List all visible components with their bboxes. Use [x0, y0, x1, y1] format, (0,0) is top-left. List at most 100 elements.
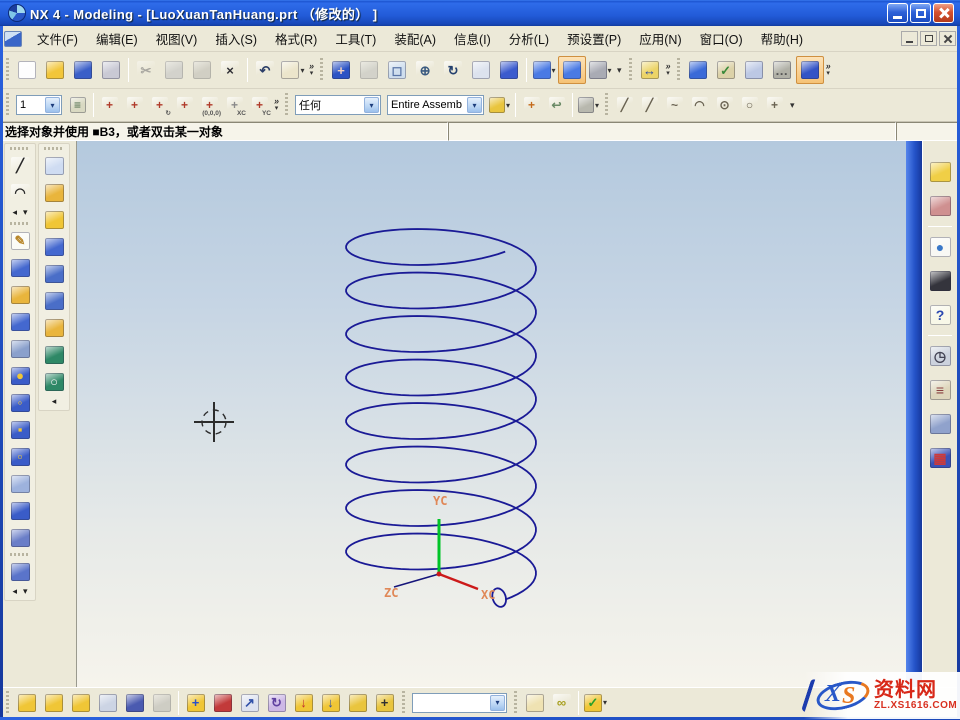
child-restore-button[interactable] [920, 31, 937, 46]
drafting-icon[interactable] [740, 56, 768, 84]
toolbar-grip[interactable] [10, 147, 30, 150]
wcs-xc-icon[interactable]: +XC [222, 93, 247, 118]
cut-icon[interactable]: ✂ [132, 56, 160, 84]
wcs-triad[interactable]: YC ZC XC [384, 494, 495, 602]
emboss-icon[interactable] [6, 470, 34, 497]
wcs-rotate-icon[interactable]: +↻ [147, 93, 172, 118]
view-history-icon[interactable]: ▾ [279, 56, 307, 84]
snap-arc-icon[interactable]: ◠ [687, 93, 712, 118]
find-component-icon[interactable] [13, 690, 40, 716]
toolbar-collapse-arrow[interactable]: ◂ [52, 395, 57, 409]
toolbar-grip[interactable] [44, 147, 64, 150]
arc-icon[interactable]: ◠ [6, 179, 34, 206]
add-component-icon[interactable]: + [182, 690, 209, 716]
zoom-in-icon[interactable]: ⊕ [411, 56, 439, 84]
menu-item-2[interactable]: 视图(V) [147, 26, 207, 51]
menu-item-0[interactable]: 文件(F) [28, 26, 87, 51]
menu-item-7[interactable]: 信息(I) [445, 26, 500, 51]
selection-scope-combo-arrow[interactable]: ▾ [467, 97, 482, 113]
perspective-icon[interactable] [495, 56, 523, 84]
reposition-component-icon[interactable]: ↓ [317, 690, 344, 716]
internet-icon[interactable]: ● [925, 232, 955, 262]
toolbar-grip[interactable] [285, 93, 288, 117]
snap-line-point-icon[interactable]: ╱ [637, 93, 662, 118]
subtract-icon[interactable] [40, 287, 68, 314]
mirror-assembly-icon[interactable] [209, 690, 236, 716]
wcs-yc-icon[interactable]: +YC [247, 93, 272, 118]
snapshot-icon[interactable] [121, 690, 148, 716]
history-icon[interactable]: ◷ [925, 341, 955, 371]
tutorials-icon[interactable] [925, 266, 955, 296]
general-selection-icon[interactable]: ▾ [487, 93, 512, 118]
component-preview-icon[interactable] [148, 690, 175, 716]
toolbar-overflow[interactable]: »▾ [824, 62, 833, 78]
toolbar-grip[interactable] [514, 691, 517, 715]
toolbar-grip[interactable] [320, 58, 323, 82]
snap-point-plus-icon[interactable]: + [762, 93, 787, 118]
cavity-icon[interactable] [6, 497, 34, 524]
delete-icon[interactable]: × [216, 56, 244, 84]
component-structure-icon[interactable] [94, 690, 121, 716]
toolbar-grip[interactable] [6, 691, 9, 715]
snap-point-icon[interactable]: + [519, 93, 544, 118]
cylinder-icon[interactable] [40, 233, 68, 260]
boolean-unite-icon[interactable] [40, 341, 68, 368]
open-file-icon[interactable] [41, 56, 69, 84]
menu-item-10[interactable]: 应用(N) [630, 26, 690, 51]
close-button[interactable] [933, 3, 954, 23]
child-minimize-button[interactable] [901, 31, 918, 46]
selection-filter-combo-arrow[interactable]: ▾ [364, 97, 379, 113]
dropdown-arrow[interactable]: ▾ [614, 65, 625, 76]
line-icon[interactable]: ╱ [6, 152, 34, 179]
child-window-icon[interactable] [4, 31, 22, 47]
verify-icon[interactable]: ✓ [712, 56, 740, 84]
extrude-icon[interactable] [6, 254, 34, 281]
open-component-icon[interactable] [40, 690, 67, 716]
revolve-icon[interactable] [6, 281, 34, 308]
datum-axis-icon[interactable] [40, 179, 68, 206]
menu-item-1[interactable]: 编辑(E) [87, 26, 147, 51]
display-mode-icon[interactable]: ▾ [586, 56, 614, 84]
block-icon[interactable] [40, 206, 68, 233]
menu-item-5[interactable]: 工具(T) [326, 26, 385, 51]
application-modeling-icon[interactable] [796, 56, 824, 84]
interpart-link-icon[interactable]: ∞ [548, 690, 575, 716]
maximize-button[interactable] [910, 3, 931, 23]
menu-item-9[interactable]: 预设置(P) [558, 26, 630, 51]
toolbar-grip[interactable] [6, 58, 9, 82]
layer-combo-arrow[interactable]: ▾ [45, 97, 60, 113]
edit-mating-icon[interactable]: + [371, 690, 398, 716]
boolean-subtract-icon[interactable]: ○ [40, 368, 68, 395]
part-navigator-icon[interactable] [925, 191, 955, 221]
paste-icon[interactable] [188, 56, 216, 84]
toolbar-grip[interactable] [10, 222, 30, 225]
groove-icon[interactable] [6, 524, 34, 551]
menu-item-11[interactable]: 窗口(O) [691, 26, 752, 51]
boss-icon[interactable]: ◦ [6, 389, 34, 416]
snap-circle-icon[interactable]: ○ [737, 93, 762, 118]
graphics-viewport[interactable]: YC ZC XC [76, 141, 906, 687]
intersect-icon[interactable] [40, 314, 68, 341]
wave-geometry-icon[interactable]: ✓▾ [582, 690, 609, 716]
snap-circle-center-icon[interactable]: ⊙ [712, 93, 737, 118]
measure-icon[interactable]: ↔ [636, 56, 664, 84]
selection-scope-combo[interactable]: Entire Assemb▾ [387, 95, 484, 115]
layer-settings-icon[interactable]: ≡ [65, 93, 90, 118]
dropdown-arrow[interactable]: ▾ [787, 100, 798, 111]
menu-item-6[interactable]: 装配(A) [385, 26, 445, 51]
copy-icon[interactable] [160, 56, 188, 84]
move-component-icon[interactable]: ↗ [236, 690, 263, 716]
trim-body-icon[interactable] [6, 558, 34, 585]
toolbar-overflow[interactable]: »▾ [307, 62, 316, 78]
sketch-icon[interactable]: ✎ [6, 227, 34, 254]
tube-icon[interactable] [6, 335, 34, 362]
back-icon[interactable]: ↩ [544, 93, 569, 118]
wcs-orient-icon[interactable]: + [172, 93, 197, 118]
pan-view-icon[interactable] [467, 56, 495, 84]
toolbar-grip[interactable] [402, 691, 405, 715]
undo-icon[interactable]: ↶ [251, 56, 279, 84]
pad-icon[interactable]: ▫ [6, 443, 34, 470]
select-component-icon[interactable] [67, 690, 94, 716]
wireframe-view-icon[interactable] [558, 56, 586, 84]
toolbar-collapse-arrows[interactable]: ◂▾ [12, 206, 27, 220]
